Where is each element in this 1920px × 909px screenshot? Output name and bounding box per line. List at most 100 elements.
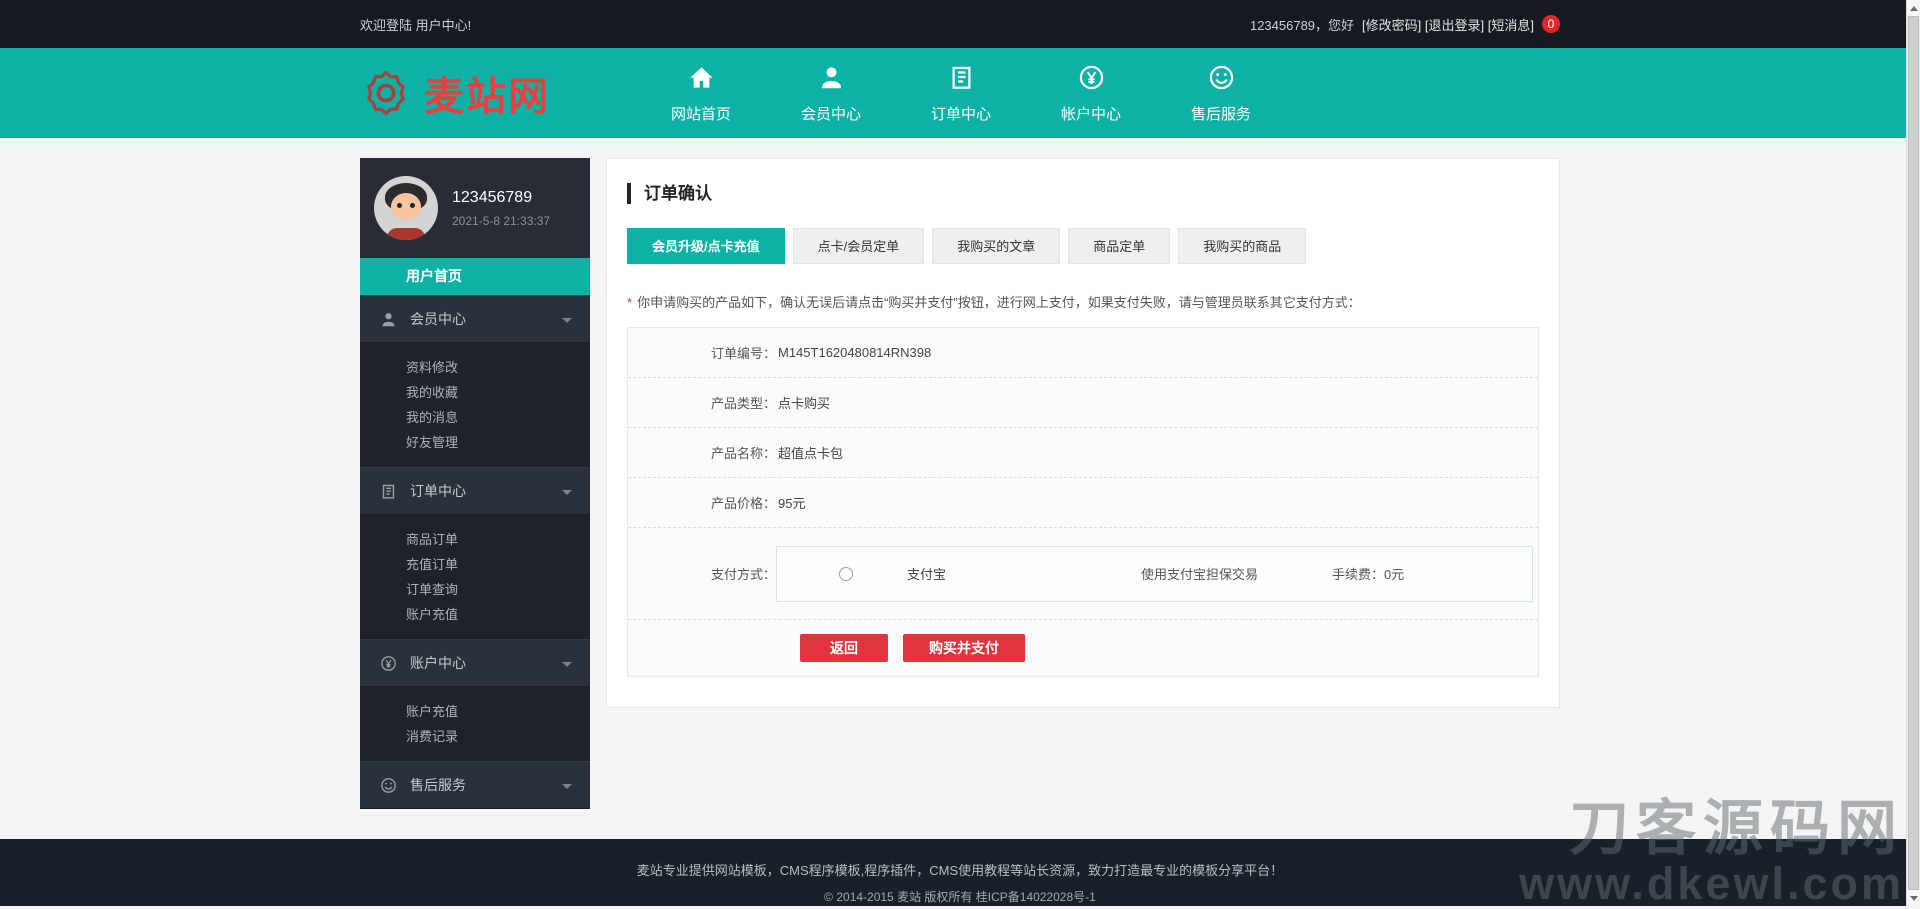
sidebar-section-label: 账户中心 xyxy=(410,653,466,673)
main-nav: 网站首页会员中心订单中心帐户中心售后服务 xyxy=(636,62,1286,124)
order-icon xyxy=(948,64,975,91)
sidebar-section-label: 售后服务 xyxy=(410,775,466,795)
welcome-text: 欢迎登陆 用户中心! xyxy=(360,15,471,34)
sidebar-item-expense-records[interactable]: 消费记录 xyxy=(360,724,590,749)
payment-method-label: 支付方式： xyxy=(628,564,776,583)
service-icon xyxy=(380,777,397,794)
service-icon xyxy=(1208,64,1235,91)
topbar-link-change-password[interactable]: [修改密码] xyxy=(1362,18,1421,33)
sidebar-item-my-messages[interactable]: 我的消息 xyxy=(360,405,590,430)
row-value: M145T1620480814RN398 xyxy=(778,345,931,360)
sidebar-section-orders[interactable]: 订单中心 xyxy=(360,467,590,515)
logo-text: 麦站网 xyxy=(424,64,550,122)
home-icon xyxy=(688,64,715,91)
topbar-link-messages[interactable]: [短消息] xyxy=(1488,18,1534,33)
scrollbar-thumb[interactable] xyxy=(1908,16,1919,890)
footer-slogan: 麦站专业提供网站模板，CMS程序模板,程序插件，CMS使用教程等站长资源，致力打… xyxy=(0,839,1920,879)
row-label: 产品名称： xyxy=(628,443,776,462)
user-profile-block: 123456789 2021-5-8 21:33:37 xyxy=(360,158,590,258)
nav-item-member[interactable]: 会员中心 xyxy=(766,62,896,124)
sidebar-item-recharge[interactable]: 账户充值 xyxy=(360,699,590,724)
sidebar-item-recharge-orders[interactable]: 充值订单 xyxy=(360,552,590,577)
sidebar-item-favorites[interactable]: 我的收藏 xyxy=(360,380,590,405)
row-label: 产品类型： xyxy=(628,393,776,412)
order-row-product-name: 产品名称：超值点卡包 xyxy=(628,428,1538,478)
chevron-down-icon xyxy=(562,784,572,789)
sidebar-item-account-recharge[interactable]: 账户充值 xyxy=(360,602,590,627)
page-footer: 麦站专业提供网站模板，CMS程序模板,程序插件，CMS使用教程等站长资源，致力打… xyxy=(0,839,1920,906)
sidebar-section-label: 会员中心 xyxy=(410,309,466,329)
sidebar-username: 123456789 xyxy=(452,189,550,207)
payment-method-row: 支付方式： 支付宝 使用支付宝担保交易 手续费：0元 xyxy=(628,528,1538,620)
page-title: 订单确认 xyxy=(627,183,1539,204)
sidebar-section-label: 订单中心 xyxy=(410,481,466,501)
footer-copyright: © 2014-2015 麦站 版权所有 桂ICP备14022028号-1 xyxy=(0,888,1920,905)
nav-item-label: 网站首页 xyxy=(636,103,766,124)
tabs-bar: 会员升级/点卡充值点卡/会员定单我购买的文章商品定单我购买的商品 xyxy=(627,228,1539,264)
row-value: 超值点卡包 xyxy=(778,443,843,462)
alipay-fee: 手续费：0元 xyxy=(1332,564,1532,583)
order-row-product-price: 产品价格：95元 xyxy=(628,478,1538,528)
topbar-link-logout[interactable]: [退出登录] xyxy=(1425,18,1484,33)
order-confirm-card: 订单确认 会员升级/点卡充值点卡/会员定单我购买的文章商品定单我购买的商品 *你… xyxy=(606,158,1560,708)
required-asterisk: * xyxy=(627,295,632,310)
back-button[interactable]: 返回 xyxy=(800,634,888,662)
sidebar-section-member[interactable]: 会员中心 xyxy=(360,295,590,343)
nav-item-label: 会员中心 xyxy=(766,103,896,124)
message-count-badge[interactable]: 0 xyxy=(1542,15,1560,33)
nav-item-label: 订单中心 xyxy=(896,103,1026,124)
row-value: 点卡购买 xyxy=(778,393,830,412)
chevron-down-icon xyxy=(562,662,572,667)
sidebar-submenu-account: 账户充值消费记录 xyxy=(360,687,590,761)
gear-logo-icon xyxy=(360,67,412,119)
sidebar-section-account[interactable]: 账户中心 xyxy=(360,639,590,687)
nav-item-service[interactable]: 售后服务 xyxy=(1156,62,1286,124)
member-icon xyxy=(818,64,845,91)
alipay-description: 使用支付宝担保交易 xyxy=(1067,564,1332,583)
main-header: 麦站网 网站首页会员中心订单中心帐户中心售后服务 xyxy=(0,48,1920,138)
top-bar: 欢迎登陆 用户中心! 123456789，您好 [修改密码] [退出登录] [短… xyxy=(0,0,1920,48)
chevron-down-icon xyxy=(562,490,572,495)
row-value: 95元 xyxy=(778,493,805,512)
sidebar-item-friends[interactable]: 好友管理 xyxy=(360,430,590,455)
scrollbar-down-icon[interactable] xyxy=(1907,890,1920,906)
alipay-radio[interactable] xyxy=(839,567,853,581)
sidebar-item-goods-orders[interactable]: 商品订单 xyxy=(360,527,590,552)
order-icon xyxy=(380,483,397,500)
tab-card-orders[interactable]: 点卡/会员定单 xyxy=(793,228,925,264)
order-row-order-number: 订单编号：M145T1620480814RN398 xyxy=(628,328,1538,378)
sidebar-submenu-orders: 商品订单充值订单订单查询账户充值 xyxy=(360,515,590,639)
nav-item-label: 售后服务 xyxy=(1156,103,1286,124)
sidebar-item-profile-edit[interactable]: 资料修改 xyxy=(360,355,590,380)
site-logo[interactable]: 麦站网 xyxy=(360,64,612,122)
sidebar-section-service[interactable]: 售后服务 xyxy=(360,761,590,809)
tab-goods-orders[interactable]: 商品定单 xyxy=(1068,228,1170,264)
chevron-down-icon xyxy=(562,318,572,323)
vertical-scrollbar[interactable] xyxy=(1906,0,1920,906)
alipay-option-box: 支付宝 使用支付宝担保交易 手续费：0元 xyxy=(776,546,1533,602)
tab-member-upgrade[interactable]: 会员升级/点卡充值 xyxy=(627,228,785,264)
row-label: 订单编号： xyxy=(628,343,776,362)
nav-item-home[interactable]: 网站首页 xyxy=(636,62,766,124)
payment-note: *你申请购买的产品如下，确认无误后请点击“购买并支付”按钮，进行网上支付，如果支… xyxy=(627,292,1539,311)
sidebar-login-time: 2021-5-8 21:33:37 xyxy=(452,214,550,228)
account-icon xyxy=(380,655,397,672)
action-button-row: 返回 购买并支付 xyxy=(628,620,1538,676)
sidebar-item-user-home[interactable]: 用户首页 xyxy=(360,258,590,295)
tab-purchased-goods[interactable]: 我购买的商品 xyxy=(1178,228,1306,264)
user-greeting: 123456789，您好 xyxy=(1250,15,1354,34)
nav-item-account[interactable]: 帐户中心 xyxy=(1026,62,1156,124)
account-icon xyxy=(1078,64,1105,91)
row-label: 产品价格： xyxy=(628,493,776,512)
tab-purchased-articles[interactable]: 我购买的文章 xyxy=(932,228,1060,264)
buy-and-pay-button[interactable]: 购买并支付 xyxy=(903,634,1025,662)
nav-item-label: 帐户中心 xyxy=(1026,103,1156,124)
nav-item-orders[interactable]: 订单中心 xyxy=(896,62,1026,124)
scrollbar-up-icon[interactable] xyxy=(1907,0,1920,16)
sidebar: 123456789 2021-5-8 21:33:37 用户首页 会员中心资料修… xyxy=(360,158,590,809)
sidebar-submenu-member: 资料修改我的收藏我的消息好友管理 xyxy=(360,343,590,467)
avatar xyxy=(374,176,438,240)
sidebar-item-order-query[interactable]: 订单查询 xyxy=(360,577,590,602)
order-row-product-type: 产品类型：点卡购买 xyxy=(628,378,1538,428)
alipay-name: 支付宝 xyxy=(907,564,1067,583)
